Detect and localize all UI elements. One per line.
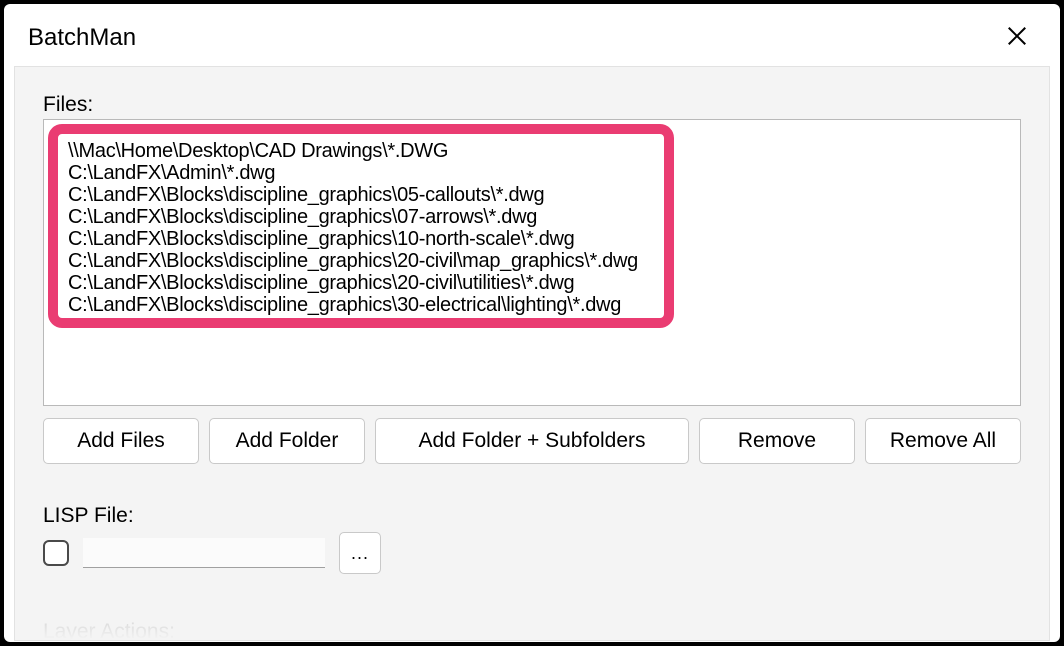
lisp-file-input[interactable] [83, 538, 325, 568]
files-label: Files: [43, 93, 1021, 117]
dialog-body: Files: \\Mac\Home\Desktop\CAD Drawings\*… [14, 66, 1050, 641]
files-button-row: Add Files Add Folder Add Folder + Subfol… [43, 418, 1021, 464]
lisp-file-row: ... [43, 532, 1021, 574]
add-folder-button[interactable]: Add Folder [209, 418, 365, 464]
list-item[interactable]: \\Mac\Home\Desktop\CAD Drawings\*.DWG [68, 140, 638, 162]
list-item[interactable]: C:\LandFX\Blocks\discipline_graphics\10-… [68, 228, 638, 250]
close-icon [1006, 25, 1028, 47]
list-item[interactable]: C:\LandFX\Admin\*.dwg [68, 162, 638, 184]
lisp-file-label: LISP File: [43, 504, 1021, 528]
window-title: BatchMan [28, 24, 136, 52]
add-files-button[interactable]: Add Files [43, 418, 199, 464]
remove-all-button[interactable]: Remove All [865, 418, 1021, 464]
list-item[interactable]: C:\LandFX\Blocks\discipline_graphics\20-… [68, 250, 638, 272]
list-item[interactable]: C:\LandFX\Blocks\discipline_graphics\20-… [68, 272, 638, 294]
highlight-annotation: \\Mac\Home\Desktop\CAD Drawings\*.DWG C:… [48, 124, 674, 328]
files-listbox[interactable]: \\Mac\Home\Desktop\CAD Drawings\*.DWG C:… [43, 119, 1021, 406]
add-folder-subfolders-button[interactable]: Add Folder + Subfolders [375, 418, 689, 464]
list-item[interactable]: C:\LandFX\Blocks\discipline_graphics\07-… [68, 206, 638, 228]
titlebar: BatchMan [4, 4, 1060, 66]
browse-button[interactable]: ... [339, 532, 381, 574]
lisp-checkbox[interactable] [43, 540, 69, 566]
list-item[interactable]: C:\LandFX\Blocks\discipline_graphics\05-… [68, 184, 638, 206]
list-item[interactable]: C:\LandFX\Blocks\discipline_graphics\30-… [68, 294, 638, 316]
remove-button[interactable]: Remove [699, 418, 855, 464]
close-button[interactable] [998, 20, 1036, 56]
layer-actions-label: Layer Actions: [43, 620, 1021, 641]
dialog-window: BatchMan Files: \\Mac\Home\Desktop\CAD D… [4, 4, 1060, 642]
